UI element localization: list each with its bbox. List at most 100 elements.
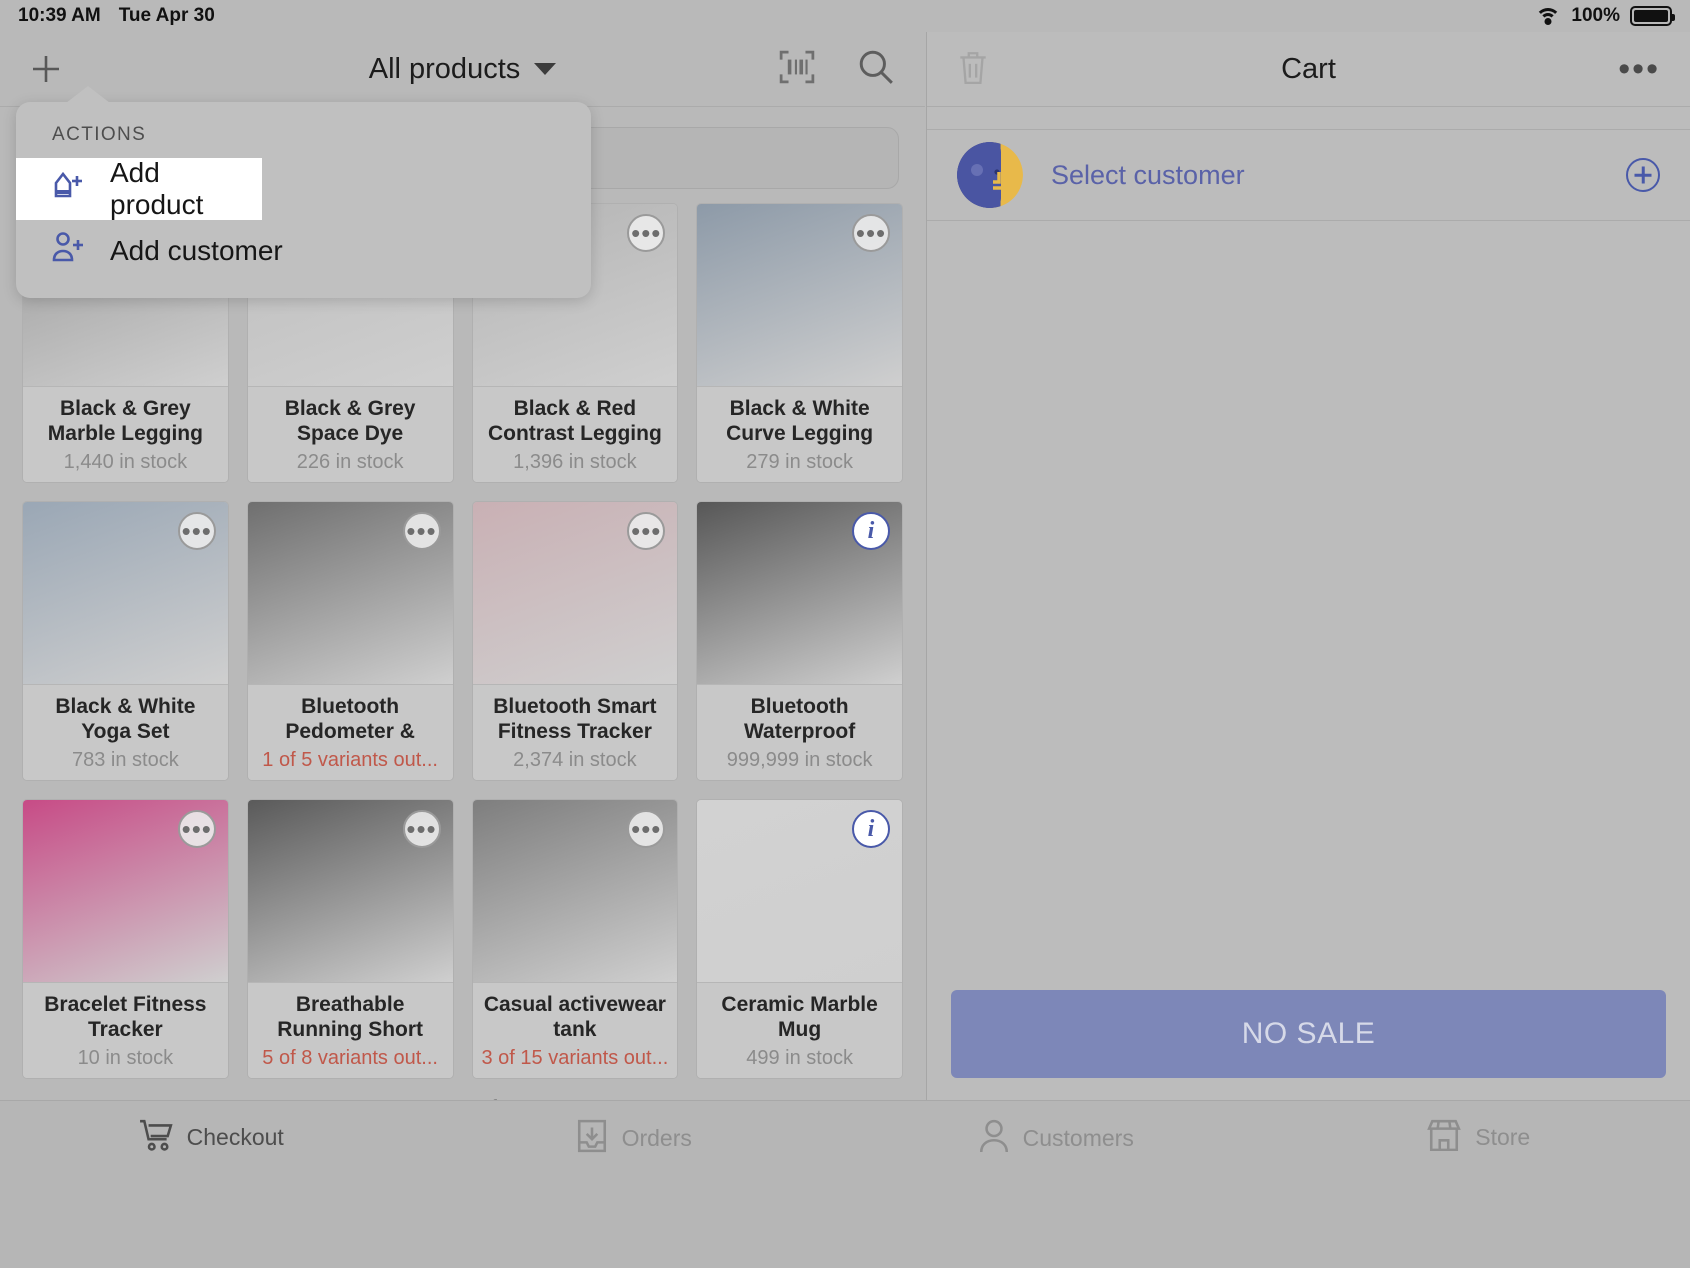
search-icon[interactable] (857, 48, 895, 91)
tab-checkout-label: Checkout (186, 1124, 284, 1150)
product-name: Black & Grey Space Dye Legging (284, 397, 416, 445)
product-pane-actions (779, 48, 895, 91)
product-more-icon[interactable]: ••• (627, 512, 666, 550)
battery-icon (1630, 6, 1675, 26)
add-customer-icon (52, 231, 86, 272)
product-tile[interactable]: i Bluetooth Waterproof Fitnes... 999,999 i… (696, 501, 903, 781)
tab-orders[interactable]: Orders (423, 1119, 846, 1158)
product-stock: 1,396 in stock (513, 451, 637, 473)
product-name: Bluetooth Pedometer & Calo... (285, 695, 415, 743)
cart-pane: Cart ••• Select customer NO SALE (926, 32, 1690, 1100)
product-tile[interactable]: ••• Bluetooth Smart Fitness Tracker 2,374 … (471, 501, 679, 781)
product-stock: 999,999 in stock (726, 749, 873, 771)
orders-inbox-icon (576, 1119, 608, 1158)
product-tile[interactable]: ••• Bracelet Fitness Tracker 10 in stock (22, 799, 229, 1079)
product-info-icon[interactable]: i (852, 512, 890, 550)
product-info-icon[interactable]: i (852, 810, 890, 848)
tab-checkout[interactable]: Checkout (0, 1119, 423, 1156)
status-date: Tue Apr 30 (118, 5, 215, 26)
product-stock: 3 of 15 variants out... (481, 1047, 669, 1069)
product-image: i (697, 502, 902, 684)
product-filter-label: All products (368, 52, 521, 85)
product-image: ••• (472, 502, 678, 684)
product-name: Black & Grey Marble Legging (47, 397, 203, 445)
product-tile[interactable]: i Ceramic Marble Mug 499 in stock (696, 799, 903, 1079)
cart-icon (139, 1119, 173, 1156)
product-stock: 5 of 8 variants out... (262, 1047, 438, 1069)
product-name: Black & Red Contrast Legging (487, 397, 662, 445)
product-more-icon[interactable]: ••• (402, 810, 441, 848)
product-tile[interactable]: ••• Bluetooth Pedometer & Calo... 1 of 5 v… (246, 501, 454, 781)
person-icon (979, 1119, 1009, 1158)
product-meta: Casual activewear tank 3 of 15 variants o… (472, 982, 678, 1078)
product-name: Black & White Yoga Set (55, 695, 196, 743)
select-customer-row[interactable]: Select customer (927, 129, 1690, 221)
product-name: Breathable Running Short Sleeve (277, 993, 424, 1041)
tab-customers[interactable]: Customers (845, 1119, 1268, 1158)
menu-item-add-product-label: Add product (110, 157, 204, 220)
no-sale-button[interactable]: NO SALE (951, 990, 1666, 1078)
select-customer-label: Select customer (1051, 159, 1245, 190)
cart-title: Cart (1281, 52, 1336, 85)
product-meta: Ceramic Marble Mug 499 in stock (697, 982, 902, 1078)
product-more-icon[interactable]: ••• (852, 214, 890, 252)
pos-app-window: 10:39 AM Tue Apr 30 100% All products Bl… (0, 0, 1690, 1268)
barcode-scan-icon[interactable] (779, 49, 815, 90)
product-tile[interactable]: ••• Black & White Curve Legging 279 in sto… (696, 203, 903, 483)
product-more-icon[interactable]: ••• (627, 214, 666, 252)
product-stock: 783 in stock (72, 749, 179, 771)
cart-header: Cart ••• (927, 32, 1690, 107)
battery-percent-label: 100% (1571, 5, 1620, 26)
tab-customers-label: Customers (1022, 1125, 1134, 1151)
plus-circle-icon[interactable] (1626, 158, 1660, 192)
popover-section-label: ACTIONS (52, 124, 147, 145)
product-image: ••• (247, 800, 453, 982)
product-image: ••• (23, 502, 228, 684)
product-meta: Bracelet Fitness Tracker 10 in stock (23, 982, 228, 1078)
product-stock: 499 in stock (746, 1047, 853, 1069)
product-image: ••• (472, 800, 678, 982)
product-meta: Breathable Running Short Sleeve 5 of 8 va… (247, 982, 453, 1078)
product-grid: ••• Black & Grey Marble Legging 1,440 in s… (0, 197, 925, 1079)
product-stock: 1,440 in stock (63, 451, 188, 473)
product-more-icon[interactable]: ••• (177, 512, 216, 550)
product-meta: Bluetooth Waterproof Fitnes... 999,999 in… (697, 684, 902, 780)
product-image: ••• (247, 502, 453, 684)
add-actions-popover: ACTIONS Add product Add customer (16, 86, 591, 298)
product-meta: Black & Red Contrast Legging 1,396 in sto… (472, 386, 678, 482)
status-bar-left: 10:39 AM Tue Apr 30 (18, 5, 215, 27)
menu-item-add-customer[interactable]: Add customer (16, 220, 591, 282)
product-more-icon[interactable]: ••• (177, 810, 216, 848)
product-meta: Bluetooth Smart Fitness Tracker 2,374 in … (472, 684, 678, 780)
add-product-tag-icon (52, 169, 86, 210)
product-image: i (697, 800, 902, 982)
customer-avatar-icon (957, 142, 1023, 208)
product-meta: Black & Grey Space Dye Legging 226 in sto… (247, 386, 453, 482)
product-meta: Black & Grey Marble Legging 1,440 in stoc… (23, 386, 228, 482)
product-more-icon[interactable]: ••• (627, 810, 666, 848)
tab-store-label: Store (1475, 1124, 1531, 1150)
product-meta: Black & White Yoga Set 783 in stock (23, 684, 228, 780)
product-stock: 2,374 in stock (513, 749, 637, 771)
popover-arrow (66, 86, 110, 103)
product-meta: Bluetooth Pedometer & Calo... 1 of 5 vari… (247, 684, 453, 780)
tab-store[interactable]: Store (1268, 1119, 1690, 1156)
no-sale-label: NO SALE (1241, 1017, 1376, 1050)
product-more-icon[interactable]: ••• (402, 512, 441, 550)
product-name: Bluetooth Waterproof Fitnes... (744, 695, 856, 743)
wifi-icon (1535, 7, 1562, 26)
product-stock: 279 in stock (746, 451, 853, 473)
product-pane-header: All products (0, 32, 925, 107)
product-stock: 1 of 5 variants out... (262, 749, 438, 771)
tab-orders-label: Orders (621, 1125, 692, 1151)
product-tile[interactable]: ••• Casual activewear tank 3 of 15 variant… (471, 799, 679, 1079)
product-stock: 226 in stock (296, 451, 404, 473)
menu-item-add-customer-label: Add customer (110, 235, 283, 266)
product-name: Casual activewear tank (483, 993, 666, 1041)
storefront-icon (1427, 1119, 1462, 1156)
product-tile[interactable]: ••• Black & White Yoga Set 783 in stock (22, 501, 229, 781)
bottom-tab-bar: Checkout Orders Customers Store (0, 1100, 1690, 1268)
product-tile[interactable]: ••• Breathable Running Short Sleeve 5 of 8… (246, 799, 454, 1079)
menu-item-add-product[interactable]: Add product (16, 157, 262, 220)
product-name: Black & White Curve Legging (726, 397, 874, 445)
